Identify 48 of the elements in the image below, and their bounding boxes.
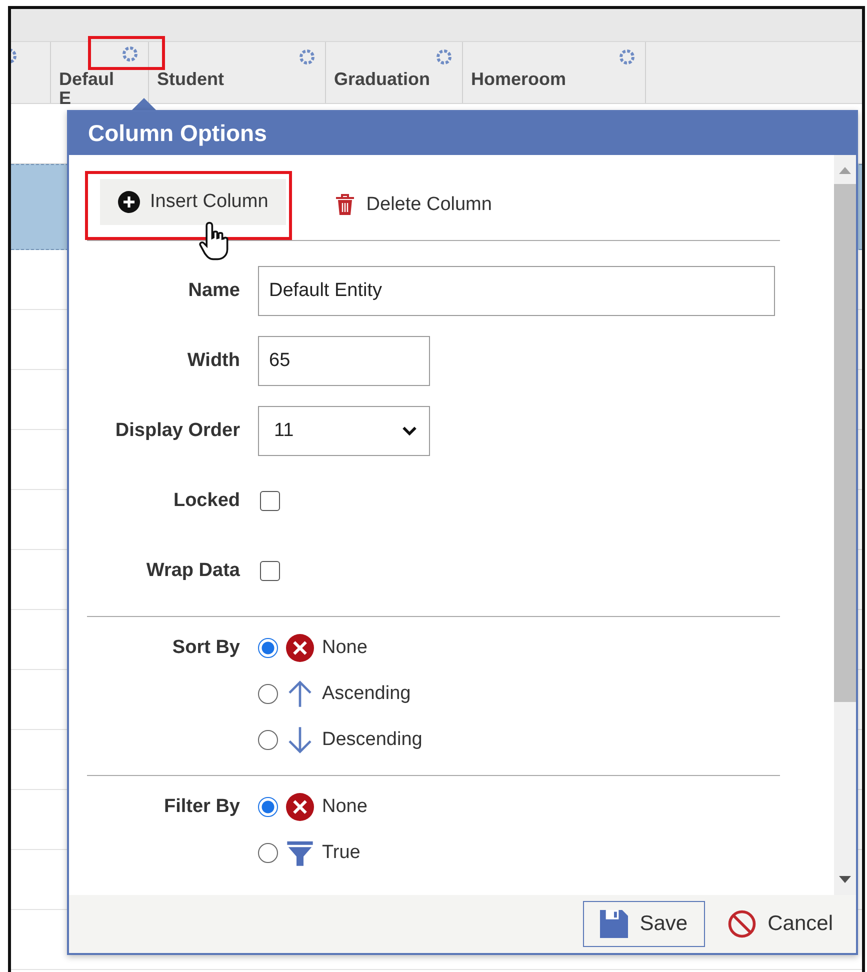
plus-circle-icon [118, 190, 140, 212]
column-header[interactable]: Homeroom [471, 70, 566, 89]
field-label: Name [187, 280, 240, 302]
field-label: Display Order [114, 420, 240, 442]
gear-icon[interactable] [434, 47, 454, 67]
scrollbar[interactable] [834, 155, 856, 895]
field-label: Filter By [162, 795, 240, 819]
radio-button[interactable] [258, 730, 278, 750]
field-label: Width [186, 350, 240, 372]
dropdown-field[interactable]: 11 [258, 406, 430, 456]
option-label: True [322, 842, 360, 864]
checkbox[interactable] [260, 561, 280, 581]
text-input-field[interactable]: Default Entity [258, 266, 775, 316]
insert-column-button[interactable]: Insert Column [100, 178, 286, 224]
text-input-field[interactable]: 65 [258, 336, 430, 386]
radio-button[interactable] [258, 638, 278, 658]
radio-button[interactable] [258, 843, 278, 863]
save-button[interactable]: Save [582, 901, 705, 947]
gear-icon[interactable] [120, 44, 140, 64]
cancel-icon [728, 910, 756, 938]
field-label: Locked [172, 490, 240, 512]
trash-icon [334, 194, 356, 216]
checkbox[interactable] [260, 491, 280, 511]
dialog-title: Column Options [88, 120, 267, 147]
column-header[interactable]: Defaul [59, 70, 114, 89]
arrow-down-icon [286, 726, 314, 754]
gear-icon[interactable] [297, 47, 317, 67]
option-label: None [322, 796, 368, 818]
column-header[interactable]: E [59, 89, 72, 108]
option-label: Ascending [322, 683, 411, 705]
gear-icon[interactable] [617, 47, 637, 67]
field-label: Wrap Data [145, 560, 240, 582]
scroll-down-icon[interactable] [839, 876, 851, 883]
radio-button[interactable] [258, 684, 278, 704]
x-circle-icon [286, 634, 314, 662]
arrow-up-icon [286, 680, 314, 708]
field-label: Sort By [171, 636, 240, 660]
option-label: None [322, 637, 368, 659]
caret-down-icon [402, 426, 417, 436]
funnel-icon [286, 839, 314, 867]
radio-button[interactable] [258, 797, 278, 817]
x-circle-icon [286, 793, 314, 821]
scroll-up-icon[interactable] [839, 167, 851, 174]
column-header[interactable]: Student [157, 70, 224, 89]
option-label: Descending [322, 729, 422, 751]
column-header[interactable]: Graduation [334, 70, 430, 89]
delete-column-button[interactable]: Delete Column [316, 182, 510, 228]
cancel-button[interactable]: Cancel [726, 901, 834, 947]
